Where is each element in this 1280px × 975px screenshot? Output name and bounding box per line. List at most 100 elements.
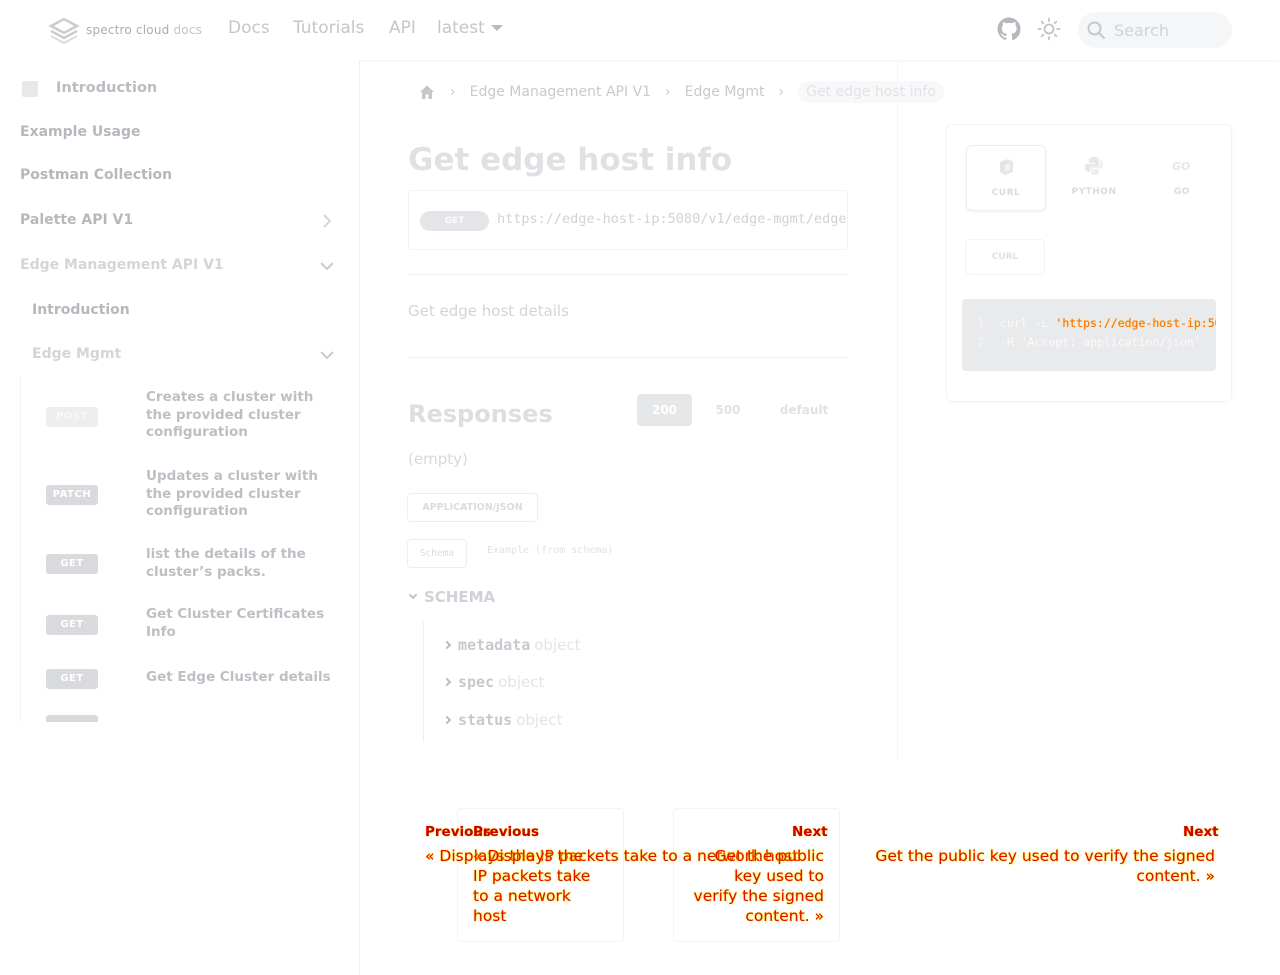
method-badge: GET [420, 211, 489, 231]
sidebar-item-postman-collection[interactable]: Postman Collection [20, 167, 172, 183]
sidebar-item-introduction[interactable]: Introduction [56, 80, 157, 96]
response-tab-default[interactable]: default [770, 394, 838, 426]
pagination-next-label: Next [792, 824, 828, 840]
go-icon: GO [1172, 160, 1190, 173]
sidebar-item-edge-introduction[interactable]: Introduction [32, 302, 130, 318]
code-sub-tab-curl[interactable]: CURL [965, 239, 1045, 275]
line-number: 2 [977, 335, 985, 349]
schema-properties: metadata object spec object status object [423, 622, 848, 742]
version-label: latest [437, 18, 485, 38]
nav-link-api[interactable]: API [389, 18, 416, 38]
divider [408, 357, 848, 358]
pagination-next-text[interactable]: Get the public key used to verify the si… [688, 846, 824, 926]
sidebar: Introduction Example Usage Postman Colle… [0, 60, 360, 975]
property-type: object [534, 636, 581, 654]
breadcrumb-current: Get edge host info [798, 81, 944, 103]
caret-down-icon [490, 25, 503, 31]
method-badge-partial [46, 715, 98, 722]
sidebar-item-example-usage[interactable]: Example Usage [20, 124, 140, 140]
code-sample-panel: CURL PYTHON GO GO CURL 1 curl -L 'https:/… [946, 124, 1232, 402]
method-badge: POST [46, 407, 98, 427]
top-navbar: spectro cloud docs Docs Tutorials API lat… [0, 0, 1280, 60]
breadcrumb-separator: › [450, 84, 456, 100]
github-icon[interactable] [997, 17, 1021, 41]
search-input[interactable] [1114, 20, 1224, 40]
example-tab[interactable]: Example (from schema) [487, 545, 613, 556]
code-string: 'https://edge-host-ip:5080/v1/edge-mgmt/… [1055, 316, 1216, 330]
chevron-right-icon [442, 715, 452, 725]
language-tab-curl[interactable]: CURL [966, 145, 1046, 211]
breadcrumb-separator: › [665, 84, 671, 100]
property-name: status [458, 711, 513, 729]
language-tab-python[interactable]: PYTHON [1054, 145, 1134, 211]
operation-label: Get Edge Cluster details [146, 669, 331, 685]
schema-property-spec[interactable]: spec object [442, 673, 545, 691]
theme-toggle-sun-icon[interactable] [1037, 17, 1061, 41]
logo-suffix: docs [173, 23, 203, 37]
method-badge: PATCH [46, 485, 98, 505]
schema-property-status[interactable]: status object [442, 711, 563, 729]
endpoint-url-box: GET https://edge-host-ip:5080/v1/edge-mg… [408, 190, 848, 250]
introduction-icon [22, 81, 38, 97]
operations-list: POST Creates a cluster with the provided… [20, 377, 350, 722]
endpoint-description: Get edge host details [408, 302, 569, 320]
schema-property-metadata[interactable]: metadata object [442, 636, 581, 654]
home-icon[interactable] [418, 83, 436, 101]
property-name: spec [458, 673, 495, 691]
nav-link-tutorials[interactable]: Tutorials [293, 18, 364, 38]
code-text: -H [1000, 335, 1021, 349]
search-box[interactable] [1078, 12, 1232, 48]
curl-icon [1000, 159, 1013, 175]
chevron-right-icon [442, 677, 452, 687]
operation-label: Creates a cluster with the provided clus… [146, 389, 314, 440]
breadcrumb-edge-management-api[interactable]: Edge Management API V1 [470, 84, 651, 100]
logo-text: spectro cloud [86, 23, 170, 37]
code-string: 'Accept: application/json' [1020, 335, 1201, 349]
svg-text:GO: GO [1172, 160, 1190, 173]
code-text: curl -L [1000, 316, 1056, 330]
property-type: object [516, 711, 563, 729]
chevron-right-icon[interactable] [318, 212, 336, 230]
code-block: 1 curl -L 'https://edge-host-ip:5080/v1/e… [962, 299, 1216, 371]
schema-toggle[interactable]: SCHEMA [408, 588, 495, 606]
content-type-tab[interactable]: APPLICATION/JSON [407, 493, 538, 522]
responses-heading: Responses [408, 400, 553, 428]
response-tab-200[interactable]: 200 [637, 394, 692, 426]
chevron-down-icon [408, 590, 418, 600]
logo[interactable]: spectro cloud docs [48, 16, 202, 44]
chevron-down-icon[interactable] [318, 346, 336, 364]
method-badge: GET [46, 669, 98, 689]
page-title: Get edge host info [408, 142, 733, 178]
response-empty-text: (empty) [408, 450, 468, 468]
nav-link-docs[interactable]: Docs [228, 18, 270, 38]
sidebar-item-edge-management-api-v1[interactable]: Edge Management API V1 [20, 257, 224, 273]
python-icon [1085, 157, 1103, 175]
line-number: 1 [977, 316, 985, 330]
chevron-right-icon [442, 640, 452, 650]
pagination-previous-label: Previous [473, 824, 540, 840]
language-label: PYTHON [1071, 187, 1117, 197]
divider [408, 274, 848, 275]
operation-label: Get Cluster Certificates Info [146, 606, 325, 640]
spectro-cloud-logo-icon [48, 17, 80, 44]
schema-tab[interactable]: Schema [407, 539, 467, 568]
pagination-next-text[interactable]: Get the public key used to verify the si… [855, 846, 1215, 886]
response-tab-500[interactable]: 500 [704, 394, 752, 426]
sidebar-item-edge-mgmt[interactable]: Edge Mgmt [32, 346, 121, 362]
operation-label: Updates a cluster with the provided clus… [146, 468, 318, 519]
breadcrumb-edge-mgmt[interactable]: Edge Mgmt [685, 84, 765, 100]
method-badge: GET [46, 615, 98, 635]
code-line: 2 -H 'Accept: application/json' [962, 335, 1201, 349]
chevron-down-icon[interactable] [318, 257, 336, 275]
method-badge: GET [46, 554, 98, 574]
search-icon [1087, 21, 1105, 39]
pagination-next-label: Next [1183, 824, 1219, 840]
version-dropdown[interactable]: latest [437, 18, 503, 38]
breadcrumb: › Edge Management API V1 › Edge Mgmt › G… [408, 80, 944, 104]
sidebar-item-palette-api-v1[interactable]: Palette API V1 [20, 212, 133, 228]
pagination-previous-text[interactable]: « Displays the IP packets take to a netw… [473, 846, 598, 926]
property-type: object [498, 673, 545, 691]
code-line: 1 curl -L 'https://edge-host-ip:5080/v1/e… [962, 316, 1216, 330]
endpoint-url: https://edge-host-ip:5080/v1/edge-mgmt/e… [497, 211, 848, 227]
language-tab-go[interactable]: GO GO [1142, 145, 1222, 211]
